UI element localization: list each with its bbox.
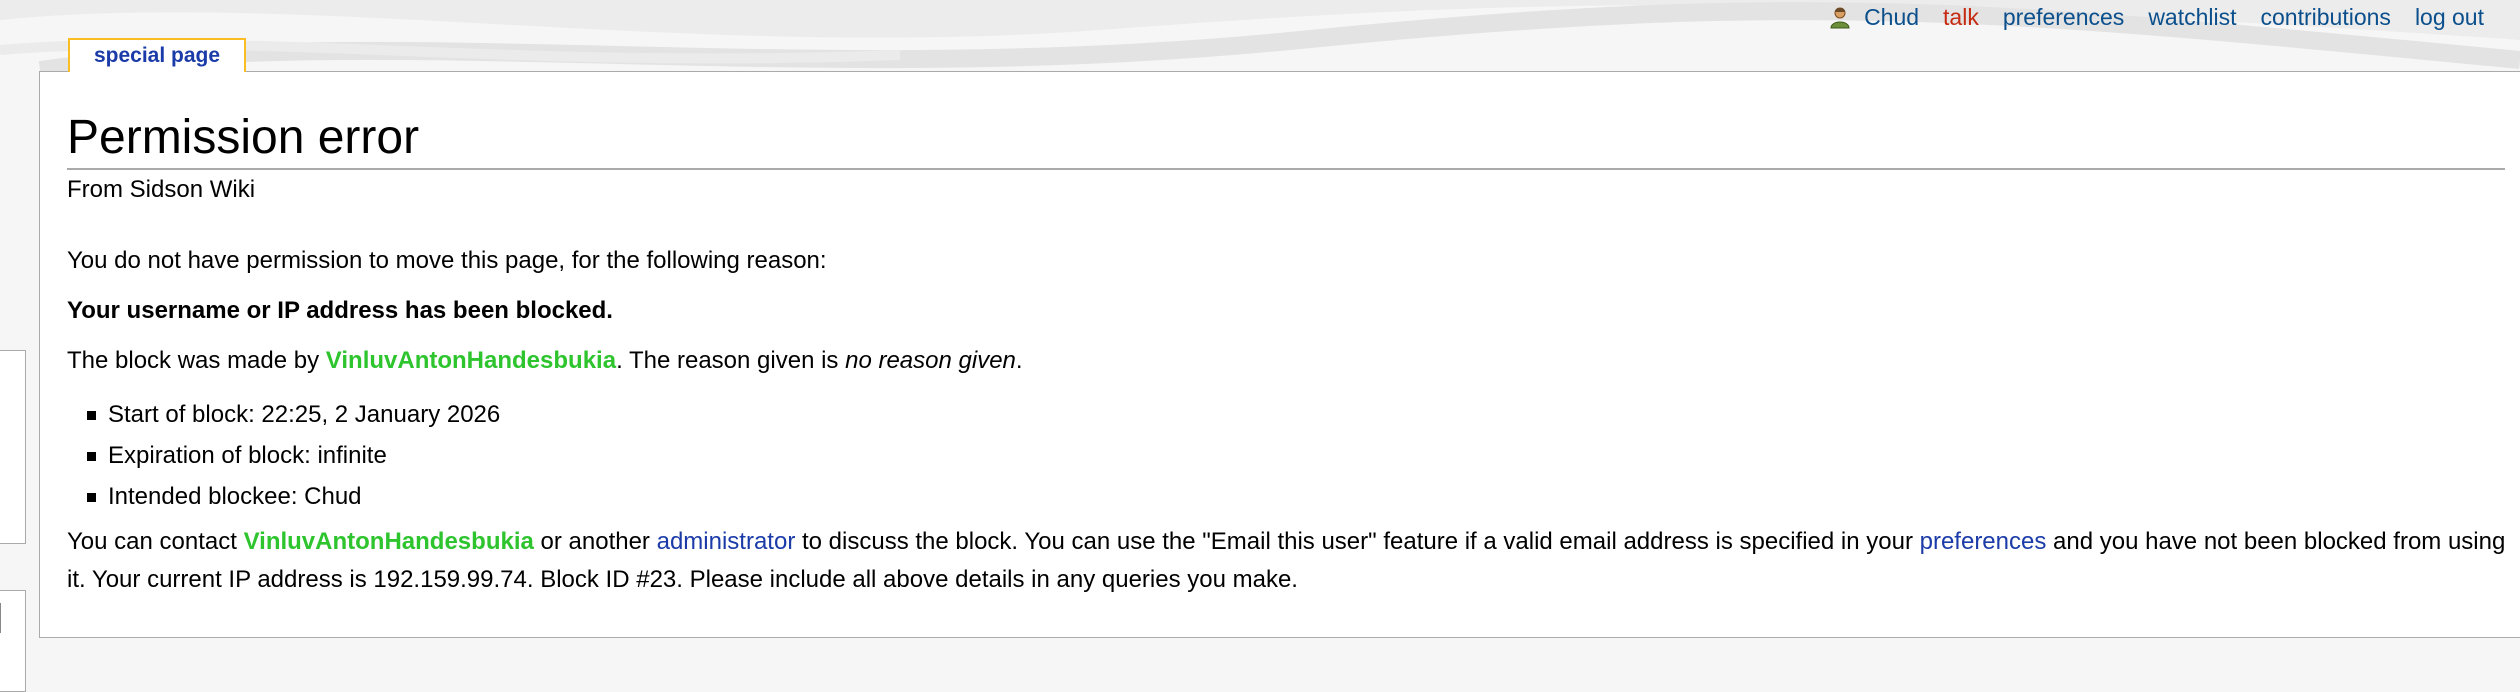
contact-mid: or another bbox=[533, 528, 657, 555]
intended-blockee: Intended blockee: Chud bbox=[108, 483, 362, 510]
reason-suffix: . bbox=[1015, 347, 1023, 374]
intro-text: You do not have permission to move this … bbox=[67, 247, 827, 274]
contact-prefix: You can contact bbox=[67, 528, 244, 555]
block-made-prefix: The block was made by bbox=[67, 347, 326, 374]
block-reason: no reason given bbox=[845, 347, 1016, 374]
bullet-icon bbox=[87, 452, 96, 461]
bullet-icon bbox=[87, 493, 96, 502]
block-start: Start of block: 22:25, 2 January 2026 bbox=[108, 401, 501, 428]
personal-user-label: Chud bbox=[1864, 3, 1920, 30]
body-text: You do not have permission to move this … bbox=[67, 242, 2507, 599]
user-icon bbox=[1830, 7, 1850, 29]
content-area: Permission error From Sidson Wiki You do… bbox=[39, 71, 2520, 638]
reason-prefix: . The reason given is bbox=[616, 347, 846, 374]
list-item: Intended blockee: Chud bbox=[67, 476, 2507, 517]
personal-user-link[interactable]: Chud bbox=[1828, 4, 1919, 31]
contact-mid2: to discuss the block. You can use the "E… bbox=[795, 528, 1920, 555]
blocked-notice: Your username or IP address has been blo… bbox=[67, 297, 613, 324]
site-subtitle: From Sidson Wiki bbox=[67, 176, 256, 203]
page-title: Permission error bbox=[67, 108, 2505, 170]
sidebar-search-input-edge[interactable] bbox=[0, 603, 1, 633]
personal-contributions-link[interactable]: contributions bbox=[2261, 4, 2391, 31]
sidebar-portlet bbox=[0, 350, 26, 544]
list-item: Start of block: 22:25, 2 January 2026 bbox=[67, 394, 2507, 435]
personal-watchlist-link[interactable]: watchlist bbox=[2148, 4, 2236, 31]
bullet-icon bbox=[87, 411, 96, 420]
personal-talk-link[interactable]: talk bbox=[1943, 4, 1979, 31]
contact-blocker-link[interactable]: VinluvAntonHandesbukia bbox=[244, 528, 534, 555]
personal-preferences-link[interactable]: preferences bbox=[2003, 4, 2124, 31]
list-item: Expiration of block: infinite bbox=[67, 435, 2507, 476]
blocker-link[interactable]: VinluvAntonHandesbukia bbox=[326, 347, 616, 374]
preferences-link[interactable]: preferences bbox=[1920, 528, 2047, 555]
contact-text: You can contact VinluvAntonHandesbukia o… bbox=[67, 523, 2507, 599]
administrator-link[interactable]: administrator bbox=[657, 528, 796, 555]
block-expiration: Expiration of block: infinite bbox=[108, 442, 387, 469]
block-made-by: The block was made by VinluvAntonHandesb… bbox=[67, 342, 2507, 380]
personal-tools: Chud talk preferences watchlist contribu… bbox=[1828, 2, 2484, 32]
tab-special-page[interactable]: special page bbox=[68, 38, 246, 72]
block-details-list: Start of block: 22:25, 2 January 2026 Ex… bbox=[67, 394, 2507, 517]
sidebar-search-portlet bbox=[0, 590, 26, 692]
personal-logout-link[interactable]: log out bbox=[2415, 4, 2484, 31]
